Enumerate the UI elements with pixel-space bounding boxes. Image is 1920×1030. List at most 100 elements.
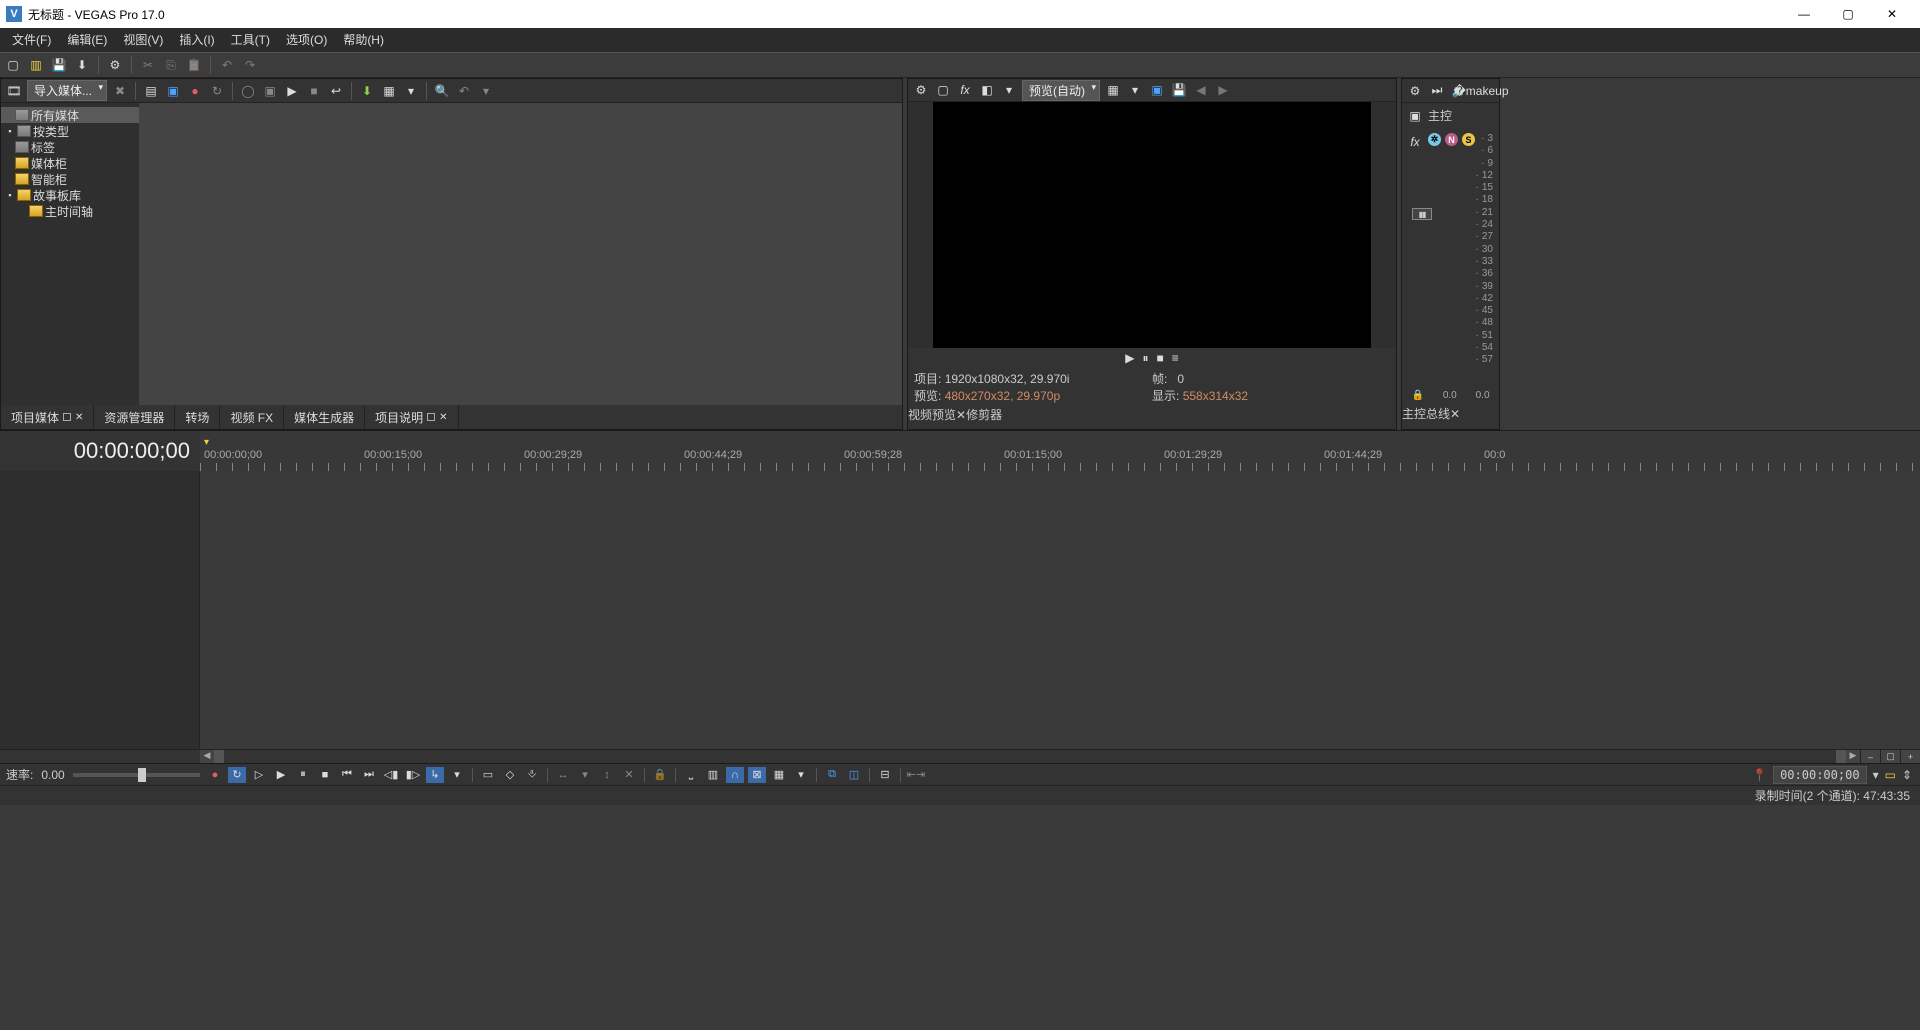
playback-rate[interactable]: 速率: 0.00 — [0, 766, 200, 783]
cursor-timecode[interactable]: 00:00:00;00 — [1773, 766, 1866, 784]
videofx-icon[interactable]: fx — [956, 81, 974, 99]
tree-tags[interactable]: 标签 — [1, 139, 139, 155]
stop-icon[interactable]: ■ — [305, 82, 323, 100]
loop-icon[interactable]: ↻ — [228, 767, 246, 783]
selection-tool-icon[interactable]: ▭ — [479, 767, 497, 783]
tree-storyboards[interactable]: ▪故事板库 — [1, 187, 139, 203]
lock-icon[interactable]: 🔒 — [651, 767, 669, 783]
copy-icon[interactable]: ⎘ — [162, 56, 180, 74]
tree-all-media[interactable]: 所有媒体 — [1, 107, 139, 123]
prev-frame-icon[interactable]: ◁▮ — [382, 767, 400, 783]
dropdown-icon[interactable]: ▾ — [1126, 81, 1144, 99]
normal-edit-tool-icon[interactable]: ↳ — [426, 767, 444, 783]
menu-view[interactable]: 视图(V) — [115, 28, 171, 52]
tab-transitions[interactable]: 转场 — [175, 405, 220, 429]
media-gen-icon[interactable]: ● — [186, 82, 204, 100]
menu-tools[interactable]: 工具(T) — [223, 28, 278, 52]
play-icon[interactable]: ▶ — [283, 82, 301, 100]
search-icon[interactable]: 🔍 — [433, 82, 451, 100]
master-out-icon[interactable]: ▣ — [1406, 107, 1424, 125]
lock-icon[interactable]: 🔒 — [1411, 390, 1423, 401]
menu-help[interactable]: 帮助(H) — [335, 28, 392, 52]
media-props-icon[interactable]: ▤ — [142, 82, 160, 100]
zoom-out-icon[interactable]: – — [1860, 750, 1880, 763]
dropdown-icon[interactable]: ▾ — [792, 767, 810, 783]
cut-icon[interactable]: ✂ — [139, 56, 157, 74]
new-project-icon[interactable]: ▢ — [4, 56, 22, 74]
maximize-button[interactable]: ▢ — [1826, 0, 1870, 28]
open-icon[interactable]: ▥ — [27, 56, 45, 74]
undo-icon[interactable]: ↶ — [218, 56, 236, 74]
media-tree[interactable]: 所有媒体 ▪按类型 标签 媒体柜 智能柜 ▪故事板库 主时间轴 — [1, 103, 139, 405]
undo-search-icon[interactable]: ↶ — [455, 82, 473, 100]
insert-fx-icon[interactable]: ✲ — [1428, 133, 1441, 146]
save-snapshot-icon[interactable]: 💾 — [1170, 81, 1188, 99]
close-tab-icon[interactable]: ✕ — [439, 412, 447, 423]
rate-slider[interactable] — [73, 773, 200, 777]
close-tab-icon[interactable]: ✕ — [1450, 407, 1460, 421]
track-area[interactable] — [200, 471, 1920, 749]
auto-ripple-icon[interactable]: ↔ — [554, 767, 572, 783]
next-frame-icon[interactable]: ▮▷ — [404, 767, 422, 783]
mixer-settings-icon[interactable]: ⚙ — [1406, 82, 1424, 100]
tab-generators[interactable]: 媒体生成器 — [284, 405, 365, 429]
play-icon[interactable]: ▶ — [272, 767, 290, 783]
refresh-icon[interactable]: ↻ — [208, 82, 226, 100]
ignore-event-grouping-icon[interactable]: ⊟ — [876, 767, 894, 783]
scroll-left-icon[interactable]: ◀ — [200, 750, 214, 763]
add-to-timeline-icon[interactable]: ⬇ — [358, 82, 376, 100]
project-settings-icon[interactable]: ⚙ — [912, 81, 930, 99]
snap-events-icon[interactable]: ⊠ — [748, 767, 766, 783]
scroll-right-icon[interactable]: ▶ — [1846, 750, 1860, 763]
go-end-icon[interactable]: ⏭ — [360, 767, 378, 783]
snap-markers-icon[interactable]: ∩ — [726, 767, 744, 783]
stop-icon[interactable]: ■ — [316, 767, 334, 783]
overlays-icon[interactable]: ▦ — [1104, 81, 1122, 99]
autopreview-icon[interactable]: ↩ — [327, 82, 345, 100]
media-grid[interactable] — [139, 103, 902, 405]
save-icon[interactable]: 💾 — [50, 56, 68, 74]
close-gaps-icon[interactable]: ⇤⇥ — [907, 767, 925, 783]
tree-bins[interactable]: 媒体柜 — [1, 155, 139, 171]
redo-icon[interactable]: ↷ — [241, 56, 259, 74]
maximize-timeline-icon[interactable]: ▭ — [1885, 768, 1896, 782]
envelope-tool-icon[interactable]: ◇ — [501, 767, 519, 783]
track-header-area[interactable] — [0, 471, 200, 749]
record-icon[interactable]: ● — [206, 767, 224, 783]
split-tool-icon[interactable]: ⎀ — [523, 767, 541, 783]
copy-snapshot-icon[interactable]: ▣ — [1148, 81, 1166, 99]
dock-square-icon[interactable] — [427, 413, 435, 421]
close-button[interactable]: ✕ — [1870, 0, 1914, 28]
downmix-icon[interactable]: �makeup — [1472, 82, 1490, 100]
delete-icon[interactable]: ✕ — [620, 767, 638, 783]
tree-main-timeline[interactable]: 主时间轴 — [1, 203, 139, 219]
media-icon[interactable]: 🎞 — [5, 82, 23, 100]
tab-video-preview[interactable]: 视频预览✕ — [908, 406, 966, 429]
dock-square-icon[interactable] — [63, 413, 71, 421]
properties-icon[interactable]: ⚙ — [106, 56, 124, 74]
play-from-start-icon[interactable]: ▷ — [250, 767, 268, 783]
dropdown-icon[interactable]: ▾ — [448, 767, 466, 783]
menu-file[interactable]: 文件(F) — [4, 28, 59, 52]
play-icon[interactable]: ▶ — [1125, 351, 1134, 365]
stop-preview-icon[interactable]: ◯ — [239, 82, 257, 100]
prev-icon[interactable]: ◀ — [1192, 81, 1210, 99]
playhead-marker[interactable]: ▾ — [204, 437, 209, 448]
snap-icon[interactable]: ⎵ — [682, 767, 700, 783]
zoom-square-icon[interactable]: ▢ — [1880, 750, 1900, 763]
dropdown-icon[interactable]: ▾ — [576, 767, 594, 783]
bus-fx-icon[interactable]: fx — [1406, 133, 1424, 151]
dropdown-icon[interactable]: ▾ — [1000, 81, 1018, 99]
render-as-icon[interactable]: ⬇ — [73, 56, 91, 74]
tab-videofx[interactable]: 视频 FX — [220, 405, 284, 429]
import-media-button[interactable]: 导入媒体... — [27, 80, 107, 101]
close-tab-icon[interactable]: ✕ — [75, 412, 83, 423]
lock-envelopes-icon[interactable]: ↕ — [598, 767, 616, 783]
views-icon[interactable]: ▦ — [380, 82, 398, 100]
next-icon[interactable]: ▶ — [1214, 81, 1232, 99]
automation-icon[interactable]: N — [1445, 133, 1458, 146]
auto-crossfade-icon[interactable]: ◫ — [845, 767, 863, 783]
stop-icon[interactable]: ■ — [1156, 351, 1163, 365]
external-monitor-icon[interactable]: ▢ — [934, 81, 952, 99]
menu-insert[interactable]: 插入(I) — [171, 28, 222, 52]
